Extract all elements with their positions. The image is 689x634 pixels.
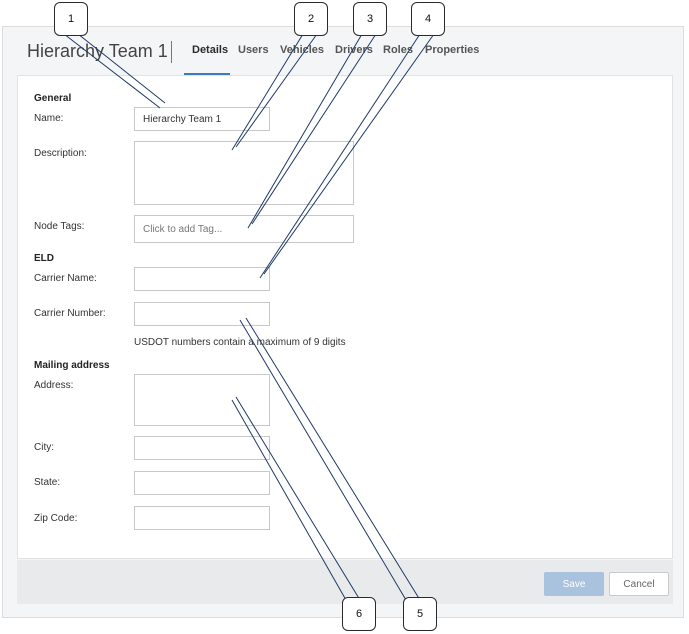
carrier-number-label: Carrier Number:	[34, 308, 106, 319]
carrier-name-input[interactable]	[134, 267, 270, 291]
tab-drivers[interactable]: Drivers	[335, 44, 373, 56]
section-general: General	[34, 93, 72, 104]
callout-badge-3: 3	[353, 2, 387, 36]
tab-details[interactable]: Details	[192, 44, 228, 56]
callout-badge-6: 6	[342, 597, 376, 631]
carrier-name-label: Carrier Name:	[34, 273, 97, 284]
zip-code-input[interactable]	[134, 506, 270, 530]
carrier-number-input[interactable]	[134, 302, 270, 326]
page-title: Hierarchy Team 1	[27, 41, 168, 61]
node-tags-label: Node Tags:	[34, 221, 85, 232]
callout-badge-2: 2	[294, 2, 328, 36]
callout-badge-1: 1	[54, 2, 88, 36]
callout-badge-5: 5	[403, 597, 437, 631]
city-input[interactable]	[134, 436, 270, 460]
tab-properties[interactable]: Properties	[425, 44, 479, 56]
city-label: City:	[34, 442, 54, 453]
name-label: Name:	[34, 113, 64, 124]
usdot-hint: USDOT numbers contain a maximum of 9 dig…	[134, 337, 346, 348]
details-panel: Hierarchy Team 1 Details Users Vehicles …	[2, 26, 684, 618]
description-textarea[interactable]	[134, 141, 354, 205]
callout-badge-4: 4	[411, 2, 445, 36]
address-textarea[interactable]	[134, 374, 270, 426]
tab-vehicles[interactable]: Vehicles	[280, 44, 324, 56]
state-input[interactable]	[134, 471, 270, 495]
description-label: Description:	[34, 148, 87, 159]
save-button[interactable]: Save	[544, 572, 604, 596]
section-eld: ELD	[34, 253, 54, 264]
name-input[interactable]	[134, 107, 270, 131]
header-divider	[171, 41, 172, 63]
address-label: Address:	[34, 380, 74, 391]
zip-code-label: Zip Code:	[34, 513, 78, 524]
state-label: State:	[34, 477, 61, 488]
node-tags-input[interactable]	[134, 215, 354, 243]
tab-users[interactable]: Users	[238, 44, 269, 56]
cancel-button[interactable]: Cancel	[609, 572, 669, 596]
section-mailing-address: Mailing address	[34, 360, 110, 371]
tab-roles[interactable]: Roles	[383, 44, 413, 56]
